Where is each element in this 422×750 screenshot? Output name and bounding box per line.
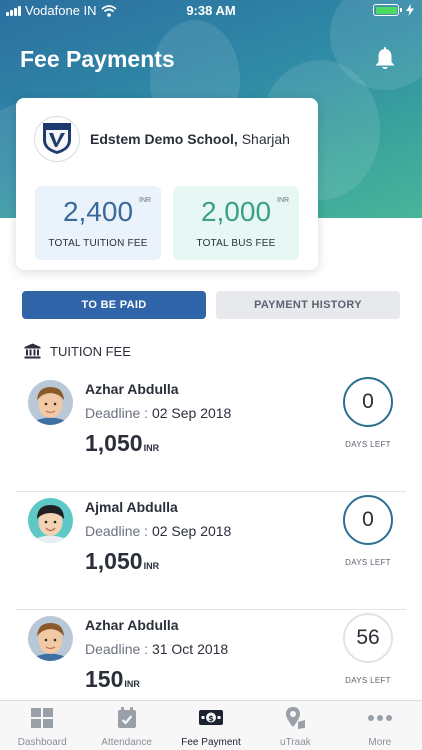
deadline-date: 02 Sep 2018 <box>151 405 232 421</box>
avatar <box>28 616 73 661</box>
deadline: Deadline : 31 Oct 2018 <box>85 641 229 657</box>
tab-more[interactable]: More <box>338 701 422 750</box>
days-left-count: 0 <box>343 495 393 545</box>
student-name: Ajmal Abdulla <box>85 499 178 515</box>
money-icon: $ <box>199 710 224 725</box>
map-pin-icon <box>286 707 306 729</box>
bank-icon <box>24 343 41 359</box>
fee-amount: 150INR <box>85 666 140 692</box>
tab-fee-payment[interactable]: $ Fee Payment <box>169 701 253 750</box>
days-left-count: 0 <box>343 377 393 427</box>
svg-text:$: $ <box>208 714 214 723</box>
days-left-label: DAYS LEFT <box>345 440 391 449</box>
bell-icon[interactable] <box>372 46 398 72</box>
section-header: TUITION FEE <box>24 343 131 359</box>
page-title: Fee Payments <box>20 46 175 72</box>
avatar <box>28 498 73 543</box>
section-title: TUITION FEE <box>50 343 131 359</box>
tab-label: More <box>368 737 392 748</box>
tab-to-be-paid[interactable]: TO BE PAID <box>22 291 206 319</box>
fee-amount: 1,050INR <box>85 430 160 456</box>
calendar-check-icon <box>117 707 136 728</box>
student-name: Azhar Abdulla <box>85 617 179 633</box>
more-icon <box>367 715 392 721</box>
bus-fee-currency: INR <box>277 197 290 204</box>
school-logo <box>34 116 80 162</box>
fee-list-item[interactable]: Ajmal Abdulla Deadline : 02 Sep 2018 1,0… <box>0 492 422 610</box>
status-bar: Vodafone IN 9:38 AM <box>0 0 422 22</box>
battery-icon <box>373 4 402 16</box>
charging-icon <box>406 4 414 16</box>
fee-amount: 1,050INR <box>85 548 160 574</box>
tuition-fee-label: TOTAL TUITION FEE <box>48 238 148 249</box>
total-tuition-fee-box: 2,400 INR TOTAL TUITION FEE <box>35 186 161 260</box>
days-left-label: DAYS LEFT <box>345 558 391 567</box>
deadline: Deadline : 02 Sep 2018 <box>85 523 232 539</box>
tuition-fee-currency: INR <box>139 197 152 204</box>
deadline: Deadline : 02 Sep 2018 <box>85 405 232 421</box>
tab-dashboard[interactable]: Dashboard <box>0 701 84 750</box>
tab-attendance[interactable]: Attendance <box>84 701 168 750</box>
days-left-label: DAYS LEFT <box>345 676 391 685</box>
tab-label: Fee Payment <box>181 737 241 748</box>
tab-utraak[interactable]: uTraak <box>253 701 337 750</box>
bus-fee-label: TOTAL BUS FEE <box>196 238 276 249</box>
fee-list-item[interactable]: Azhar Abdulla Deadline : 02 Sep 2018 1,0… <box>0 374 422 492</box>
bottom-tab-bar: Dashboard Attendance $ Fee Payment uTraa… <box>0 700 422 750</box>
status-time: 9:38 AM <box>186 3 236 18</box>
school-name: Edstem Demo School, Sharjah <box>90 131 290 147</box>
student-name: Azhar Abdulla <box>85 381 179 397</box>
tab-label: Attendance <box>101 737 152 748</box>
school-fee-card: Edstem Demo School, Sharjah 2,400 INR TO… <box>16 98 318 270</box>
tab-label: Dashboard <box>17 737 67 748</box>
deadline-date: 31 Oct 2018 <box>151 641 229 657</box>
total-bus-fee-box: 2,000 INR TOTAL BUS FEE <box>173 186 299 260</box>
deadline-date: 02 Sep 2018 <box>151 523 232 539</box>
tab-label: uTraak <box>280 737 311 748</box>
days-left-count: 56 <box>343 613 393 663</box>
tab-payment-history[interactable]: PAYMENT HISTORY <box>216 291 400 319</box>
dashboard-icon <box>31 708 54 728</box>
avatar <box>28 380 73 425</box>
